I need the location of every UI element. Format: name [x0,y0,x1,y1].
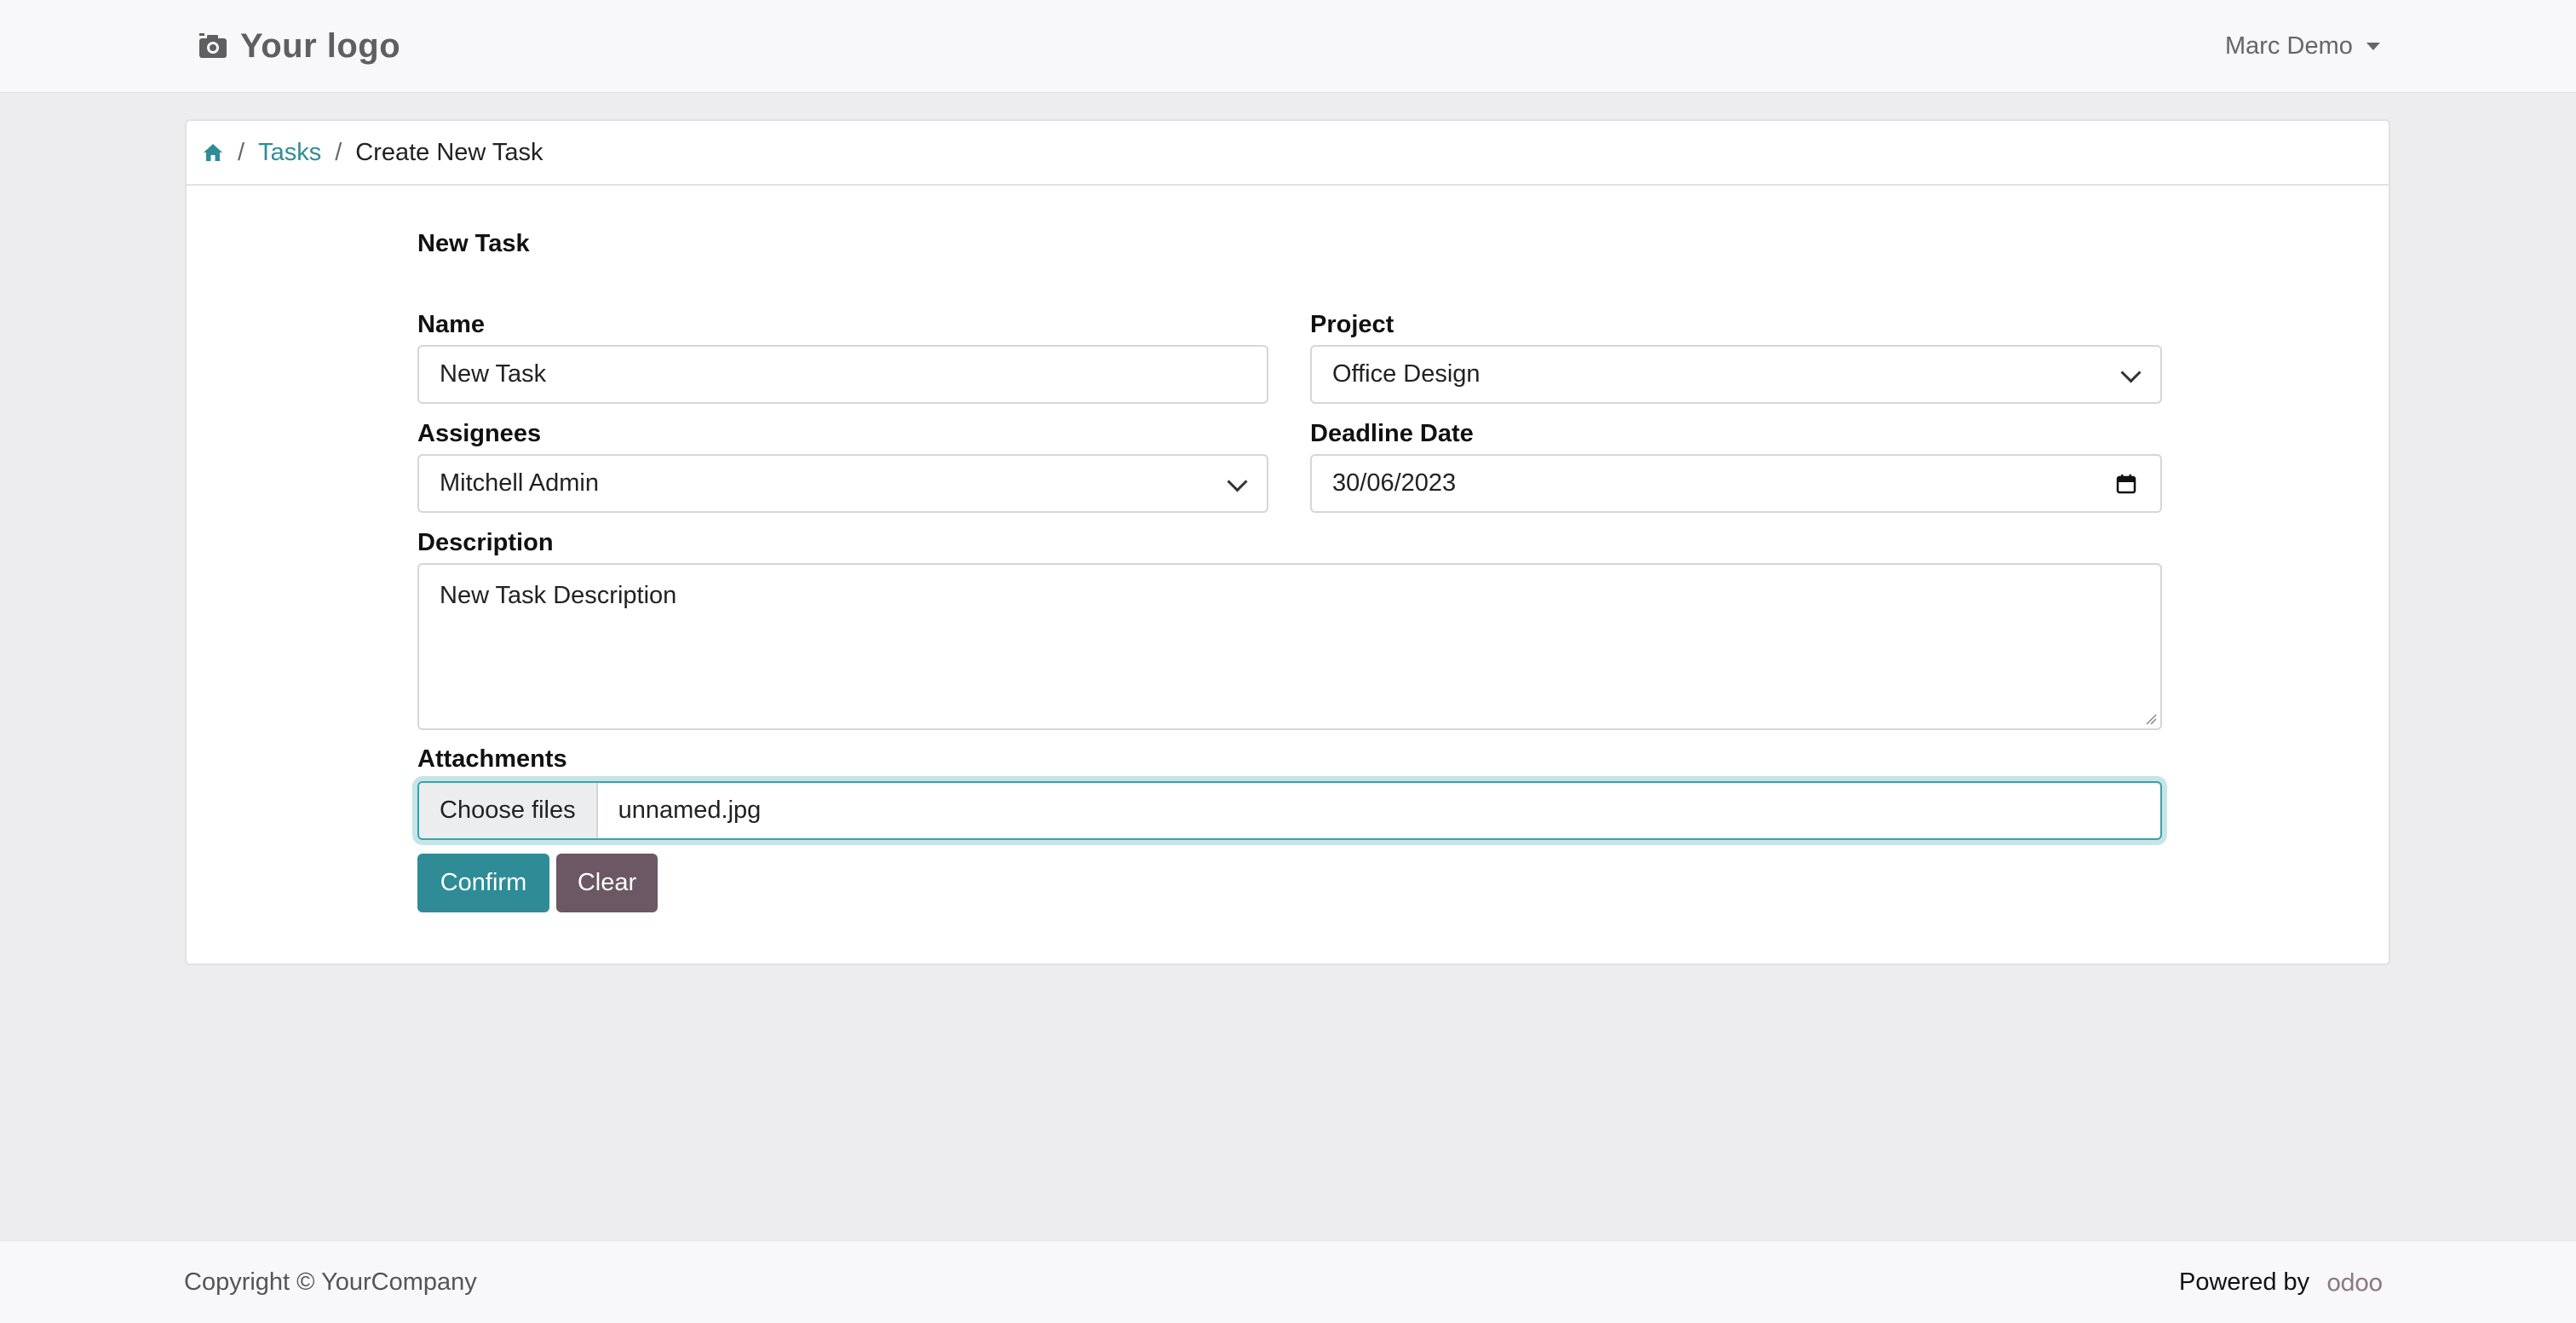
breadcrumb: / Tasks / Create New Task [187,121,2389,186]
logo[interactable]: Your logo [196,24,400,68]
project-select[interactable]: Office Design [1310,345,2162,404]
name-input-value: New Task [440,360,547,388]
description-label: Description [417,529,554,556]
resize-handle-icon[interactable] [2145,713,2157,725]
name-label: Name [417,311,485,338]
clear-button[interactable]: Clear [556,854,658,912]
breadcrumb-separator: / [335,138,342,166]
description-value: New Task Description [440,582,677,609]
attachments-label: Attachments [417,745,567,773]
deadline-date-input[interactable]: 30/06/2023 [1310,454,2162,513]
assignees-select-value: Mitchell Admin [440,469,599,497]
chevron-down-icon [2120,361,2142,383]
deadline-label: Deadline Date [1310,420,1474,447]
home-icon[interactable] [202,141,224,164]
chevron-down-icon [1227,470,1248,492]
choose-files-button[interactable]: Choose files [419,783,598,838]
breadcrumb-current: Create New Task [355,138,543,166]
form-title: New Task [417,230,530,257]
camera-icon [199,33,227,58]
name-input[interactable]: New Task [417,345,1268,404]
calendar-icon[interactable] [2116,474,2136,494]
attachments-file-input[interactable]: Choose files unnamed.jpg [417,781,2162,840]
breadcrumb-tasks-link[interactable]: Tasks [258,139,321,167]
copyright-text: Copyright © YourCompany [184,1268,477,1296]
description-textarea[interactable]: New Task Description [417,563,2162,730]
user-name: Marc Demo [2225,32,2353,60]
assignees-label: Assignees [417,420,542,447]
caret-down-icon [2366,42,2380,50]
powered-by[interactable]: Powered by odoo [2179,1268,2383,1297]
task-form-card: / Tasks / Create New Task New Task Name … [185,119,2390,965]
odoo-logo[interactable]: odoo [2326,1268,2383,1297]
confirm-button[interactable]: Confirm [417,854,549,912]
top-navbar: Your logo Marc Demo [0,0,2576,93]
user-menu-dropdown[interactable]: Marc Demo [2225,29,2380,63]
project-select-value: Office Design [1332,360,1481,388]
powered-by-text: Powered by [2179,1268,2310,1296]
deadline-date-value: 30/06/2023 [1332,469,1457,497]
logo-text: Your logo [240,26,401,65]
assignees-select[interactable]: Mitchell Admin [417,454,1268,513]
footer: Copyright © YourCompany Powered by odoo [0,1240,2576,1323]
breadcrumb-separator: / [238,138,245,166]
selected-file-name: unnamed.jpg [618,797,762,824]
project-label: Project [1310,311,1394,338]
